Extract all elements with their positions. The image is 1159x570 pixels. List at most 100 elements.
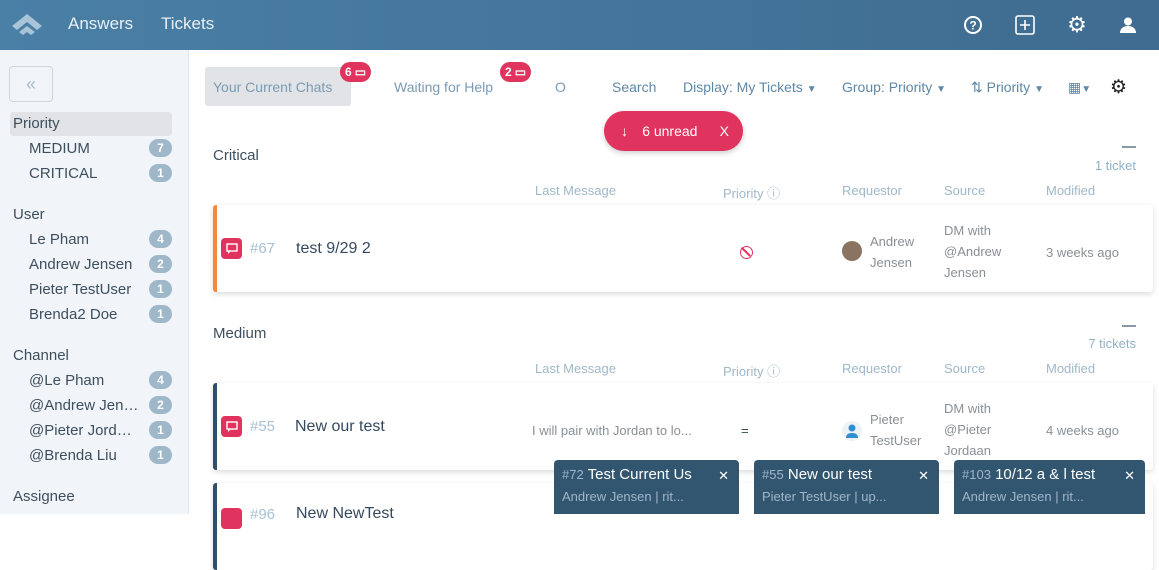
close-icon[interactable]: ✕ [918, 468, 929, 484]
column-label: Priority [723, 186, 764, 201]
popup-subtitle: Andrew Jensen | rit... [562, 489, 684, 504]
search-button[interactable]: Search [612, 79, 656, 95]
ticket-number: #67 [250, 240, 276, 257]
ticket-title[interactable]: New our test [295, 418, 385, 436]
sort-dropdown[interactable]: ⇅ Priority ▼ [971, 79, 1044, 96]
last-message: I will pair with Jordan to lo... [532, 423, 692, 438]
sidebar-item-user[interactable]: Andrew Jensen [29, 256, 139, 273]
add-icon[interactable] [1013, 13, 1037, 37]
sidebar-heading-assignee[interactable]: Assignee [13, 488, 75, 505]
top-nav-bar: Answers Tickets ? ⚙ [0, 0, 1159, 50]
tab-waiting-for-help[interactable]: Waiting for Help [394, 79, 493, 95]
group-label: Group: Priority [842, 79, 933, 95]
popup-subtitle: Andrew Jensen | rit... [962, 489, 1084, 504]
sort-icon: ⇅ [971, 79, 983, 95]
count-badge: 1 [149, 305, 172, 323]
sidebar-item-user[interactable]: Pieter TestUser [29, 281, 139, 298]
sidebar-item-channel[interactable]: @Brenda Liu [29, 447, 139, 464]
caret-down-icon: ▼ [936, 84, 947, 95]
sidebar-heading-user[interactable]: User [13, 206, 45, 223]
chat-ticket-icon [221, 416, 242, 437]
close-icon[interactable]: ✕ [1124, 468, 1135, 484]
badge-count: 6 [345, 65, 352, 79]
collapse-group-icon[interactable] [1122, 325, 1136, 327]
help-icon[interactable]: ? [961, 13, 985, 37]
user-icon[interactable] [1116, 13, 1140, 37]
count-badge: 2 [149, 396, 172, 414]
popup-title: Test Current Us [587, 466, 692, 483]
chat-popup[interactable]: #72 Test Current Us Andrew Jensen | rit..… [554, 460, 739, 514]
columns-dropdown[interactable]: ▦▼ [1068, 79, 1091, 96]
unread-pill[interactable]: ↓ 6 unread X [604, 111, 743, 151]
chat-icon: ▭ [514, 65, 527, 79]
popup-id: #72 [562, 467, 584, 482]
sidebar-item-critical[interactable]: CRITICAL [29, 165, 139, 182]
sidebar-item-channel[interactable]: @Le Pham [29, 372, 139, 389]
group-title-medium: Medium [213, 325, 267, 342]
chat-icon: ▭ [354, 65, 367, 79]
ticket-title[interactable]: New NewTest [296, 505, 394, 523]
user-avatar-icon [842, 421, 862, 441]
caret-down-icon: ▼ [1081, 84, 1092, 95]
popup-id: #55 [762, 467, 784, 482]
nav-tickets[interactable]: Tickets [161, 14, 214, 34]
count-badge: 1 [149, 280, 172, 298]
sidebar-heading-channel[interactable]: Channel [13, 347, 69, 364]
popup-title: New our test [787, 466, 873, 483]
count-badge: 4 [149, 371, 172, 389]
column-header-last-message[interactable]: Last Message [535, 183, 616, 198]
sidebar-item-medium[interactable]: MEDIUM [29, 140, 139, 157]
column-header-source[interactable]: Source [944, 183, 985, 198]
column-header-last-message[interactable]: Last Message [535, 361, 616, 376]
count-badge: 4 [149, 230, 172, 248]
svg-text:?: ? [969, 19, 976, 33]
count-badge: 1 [149, 421, 172, 439]
sidebar-item-user[interactable]: Le Pham [29, 231, 139, 248]
close-icon[interactable]: X [720, 123, 729, 139]
ticket-count: 7 tickets [1088, 336, 1136, 351]
chat-count-badge: 6 ▭ [340, 62, 372, 82]
caret-down-icon: ▼ [1034, 84, 1044, 95]
column-header-priority[interactable]: Priority ⓘ [723, 361, 780, 380]
requestor: Andrew Jensen [870, 234, 915, 270]
tab-other[interactable]: O [555, 79, 566, 95]
column-header-requestor[interactable]: Requestor [842, 183, 902, 198]
help-icon: ⓘ [767, 364, 781, 379]
modified: 3 weeks ago [1046, 245, 1119, 260]
help-icon: ⓘ [767, 186, 781, 201]
column-header-priority[interactable]: Priority ⓘ [723, 183, 780, 202]
column-header-modified[interactable]: Modified [1046, 361, 1095, 376]
display-label: Display: My Tickets [683, 79, 803, 95]
collapse-group-icon[interactable] [1122, 146, 1136, 148]
source: DM with @Pieter Jordaan [944, 401, 992, 458]
sidebar-item-user[interactable]: Brenda2 Doe [29, 306, 139, 323]
count-badge: 7 [149, 139, 172, 157]
sort-label: Priority [986, 79, 1031, 95]
chat-popup[interactable]: #103 10/12 a & l test Andrew Jensen | rit… [954, 460, 1145, 514]
display-dropdown[interactable]: Display: My Tickets ▼ [683, 79, 817, 95]
logo-icon[interactable] [10, 12, 44, 36]
collapse-sidebar-button[interactable]: « [9, 66, 53, 102]
chat-popup[interactable]: #55 New our test Pieter TestUser | up... ✕ [754, 460, 939, 514]
count-badge: 1 [149, 446, 172, 464]
blocked-priority-icon [740, 246, 753, 259]
column-header-requestor[interactable]: Requestor [842, 361, 902, 376]
gear-icon[interactable]: ⚙ [1065, 12, 1089, 37]
sidebar-item-channel[interactable]: @Pieter Jordaan [29, 422, 139, 439]
column-header-source[interactable]: Source [944, 361, 985, 376]
nav-answers[interactable]: Answers [68, 14, 133, 34]
column-label: Priority [723, 364, 764, 379]
ticket-count: 1 ticket [1094, 158, 1136, 173]
tab-label[interactable]: Your Current Chats [213, 79, 332, 95]
column-header-modified[interactable]: Modified [1046, 183, 1095, 198]
chat-count-badge: 2 ▭ [500, 62, 532, 82]
group-title-critical: Critical [213, 147, 259, 164]
count-badge: 2 [149, 255, 172, 273]
close-icon[interactable]: ✕ [718, 468, 729, 484]
sidebar-item-channel[interactable]: @Andrew Jensen [29, 397, 139, 414]
ticket-title[interactable]: test 9/29 2 [296, 240, 371, 258]
chat-ticket-icon [221, 238, 242, 259]
sidebar-heading-priority[interactable]: Priority [13, 115, 60, 132]
settings-icon[interactable]: ⚙ [1110, 76, 1127, 99]
group-dropdown[interactable]: Group: Priority ▼ [842, 79, 946, 95]
